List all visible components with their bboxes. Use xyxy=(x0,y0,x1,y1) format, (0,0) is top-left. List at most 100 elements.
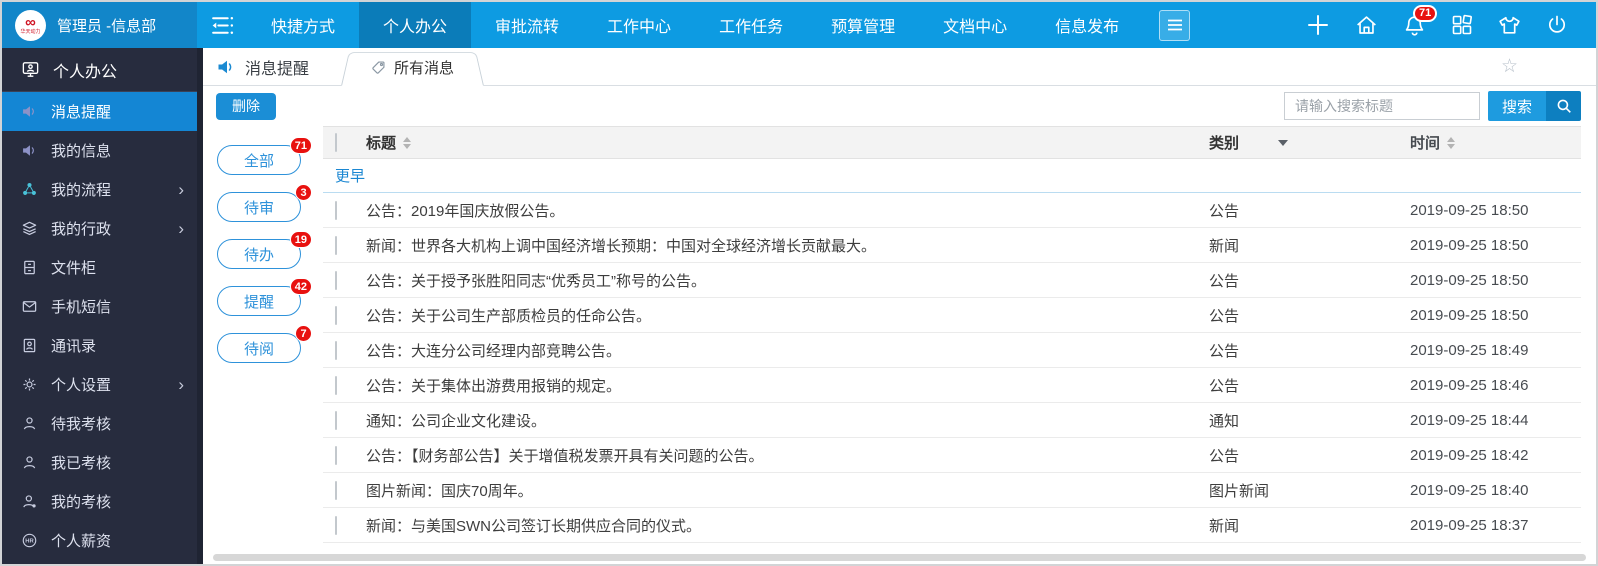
notification-badge: 71 xyxy=(1413,4,1438,22)
table-row[interactable]: 公告：关于集体出游费用报销的规定。 公告 2019-09-25 18:46 xyxy=(323,368,1581,403)
row-checkbox[interactable] xyxy=(335,200,337,220)
row-time: 2019-09-25 18:44 xyxy=(1410,411,1529,429)
sidebar-item-label: 手机短信 xyxy=(51,299,112,316)
sms-icon xyxy=(21,298,38,315)
plus-icon[interactable] xyxy=(1305,12,1331,38)
row-checkbox[interactable] xyxy=(335,515,337,535)
column-category[interactable]: 类别 xyxy=(1203,132,1406,153)
search-input[interactable] xyxy=(1283,92,1480,120)
sidebar-item[interactable]: 个人设置 › xyxy=(2,365,197,404)
sidebar-item[interactable]: HR 个人薪资 xyxy=(2,521,197,560)
count-badge: 19 xyxy=(289,231,312,248)
nav-item[interactable]: 工作任务 xyxy=(695,2,807,48)
speaker-icon xyxy=(216,57,236,77)
row-category: 公告 xyxy=(1209,307,1240,325)
table-row[interactable]: 公告：关于公司生产部质检员的任命公告。 公告 2019-09-25 18:50 xyxy=(323,298,1581,333)
horizontal-scrollbar[interactable] xyxy=(213,554,1586,561)
row-checkbox[interactable] xyxy=(335,340,337,360)
search-button-label: 搜索 xyxy=(1487,91,1546,121)
speaker-icon xyxy=(21,142,38,159)
row-category: 图片新闻 xyxy=(1209,482,1270,500)
home-icon[interactable] xyxy=(1354,13,1379,38)
sidebar-item-label: 我的信息 xyxy=(51,143,112,160)
collapse-menu-icon[interactable] xyxy=(197,2,247,48)
nav-item[interactable]: 个人办公 xyxy=(359,2,472,48)
row-time: 2019-09-25 18:37 xyxy=(1410,516,1529,534)
toolbar: 删除 搜索 xyxy=(203,86,1596,126)
row-title: 公告：关于公司生产部质检员的任命公告。 xyxy=(366,307,652,325)
tab-all-messages[interactable]: 所有消息 xyxy=(341,48,484,86)
sidebar-item[interactable]: 手机短信 xyxy=(2,287,197,326)
topbar-nav: 快捷方式 个人办公 审批流转 工作中心 工作任务 预算管理 文档中心 信息发布 xyxy=(197,2,1285,48)
sidebar: 个人办公 消息提醒 我的信息 我的流程 › 我的行政 › 文件柜 手机短信 通讯录 个人设置 › 待我… xyxy=(2,48,197,564)
row-time: 2019-09-25 18:50 xyxy=(1410,271,1529,289)
row-checkbox[interactable] xyxy=(335,445,337,465)
filter-pill[interactable]: 提醒 42 xyxy=(217,278,312,316)
group-row-earlier[interactable]: 更早 xyxy=(323,159,1581,193)
filter-pill[interactable]: 待阅 7 xyxy=(217,325,312,363)
filter-pill-label: 待审 xyxy=(243,199,274,217)
theme-shirt-icon[interactable] xyxy=(1497,13,1522,38)
sidebar-item[interactable]: 我的流程 › xyxy=(2,170,197,209)
row-checkbox[interactable] xyxy=(335,235,337,255)
more-modules-button[interactable] xyxy=(1159,9,1191,41)
topbar-user-area[interactable]: ∞ 华天动力 管理员 -信息部 xyxy=(2,2,197,48)
category-filter-icon[interactable] xyxy=(1278,139,1289,146)
sort-time-icon[interactable] xyxy=(1447,136,1456,149)
sidebar-items: 消息提醒 我的信息 我的流程 › 我的行政 › 文件柜 手机短信 通讯录 个人设置 › 待我考核 我已考… xyxy=(2,92,197,560)
sidebar-item[interactable]: 文件柜 xyxy=(2,248,197,287)
table-row[interactable]: 公告：【财务部公告】关于增值税发票开具有关问题的公告。 公告 2019-09-25 … xyxy=(323,438,1581,473)
nav-item[interactable]: 审批流转 xyxy=(471,2,583,48)
sidebar-item[interactable]: 我已考核 xyxy=(2,443,197,482)
filter-pill[interactable]: 待审 3 xyxy=(217,184,312,222)
column-time[interactable]: 时间 xyxy=(1406,132,1581,153)
favorite-star-icon[interactable]: ☆ xyxy=(1501,57,1518,76)
table-row[interactable]: 新闻：世界各大机构上调中国经济增长预期：中国对全球经济增长贡献最大。 新闻 2019… xyxy=(323,228,1581,263)
gear-icon xyxy=(21,376,38,393)
sidebar-item[interactable]: 我的信息 xyxy=(2,131,197,170)
row-title: 图片新闻：国庆70周年。 xyxy=(366,482,533,500)
person-icon xyxy=(21,415,38,432)
nav-item[interactable]: 文档中心 xyxy=(919,2,1031,48)
bell-icon[interactable]: 71 xyxy=(1402,4,1438,38)
table-row[interactable]: 公告：关于授予张胜阳同志“优秀员工”称号的公告。 公告 2019-09-25 18:… xyxy=(323,263,1581,298)
row-category: 公告 xyxy=(1209,202,1240,220)
power-icon[interactable] xyxy=(1545,13,1569,37)
sidebar-item-label: 消息提醒 xyxy=(51,104,112,121)
nav-item[interactable]: 预算管理 xyxy=(807,2,919,48)
speaker-icon xyxy=(21,103,38,120)
search-button[interactable]: 搜索 xyxy=(1487,91,1581,121)
sidebar-item[interactable]: 消息提醒 xyxy=(2,92,197,131)
sort-title-icon[interactable] xyxy=(403,136,412,149)
tab-bar: 消息提醒 所有消息 ☆ xyxy=(203,48,1596,86)
select-all-checkbox[interactable] xyxy=(335,133,337,152)
table-row[interactable]: 图片新闻：国庆70周年。 图片新闻 2019-09-25 18:40 xyxy=(323,473,1581,508)
row-checkbox[interactable] xyxy=(335,410,337,430)
chevron-right-icon: › xyxy=(178,375,184,394)
breadcrumb: 消息提醒 xyxy=(216,48,309,85)
column-title[interactable]: 标题 xyxy=(359,132,1203,153)
nav-item[interactable]: 信息发布 xyxy=(1031,2,1143,48)
sidebar-item[interactable]: 待我考核 xyxy=(2,404,197,443)
topbar-icons: 71 xyxy=(1285,2,1596,48)
hr-icon: HR xyxy=(21,532,38,549)
delete-button[interactable]: 删除 xyxy=(216,92,276,120)
sidebar-item[interactable]: 通讯录 xyxy=(2,326,197,365)
nav-item[interactable]: 快捷方式 xyxy=(247,2,359,48)
filter-pill[interactable]: 全部 71 xyxy=(217,137,312,175)
table-row[interactable]: 公告：大连分公司经理内部竞聘公告。 公告 2019-09-25 18:49 xyxy=(323,333,1581,368)
row-checkbox[interactable] xyxy=(335,270,337,290)
table-row[interactable]: 新闻：与美国SWN公司签订长期供应合同的仪式。 新闻 2019-09-25 18:3… xyxy=(323,508,1581,543)
filter-pill[interactable]: 待办 19 xyxy=(217,231,312,269)
row-checkbox[interactable] xyxy=(335,305,337,325)
row-checkbox[interactable] xyxy=(335,375,337,395)
sidebar-item[interactable]: 我的考核 xyxy=(2,482,197,521)
table-row[interactable]: 通知：公司企业文化建设。 通知 2019-09-25 18:44 xyxy=(323,403,1581,438)
sidebar-item[interactable]: 我的行政 › xyxy=(2,209,197,248)
app-grid-icon[interactable] xyxy=(1450,13,1474,37)
row-checkbox[interactable] xyxy=(335,480,337,500)
sidebar-item-label: 我的行政 xyxy=(51,221,112,238)
nav-item[interactable]: 工作中心 xyxy=(583,2,695,48)
table-row[interactable]: 公告：2019年国庆放假公告。 公告 2019-09-25 18:50 xyxy=(323,193,1581,228)
row-category: 新闻 xyxy=(1209,237,1240,255)
